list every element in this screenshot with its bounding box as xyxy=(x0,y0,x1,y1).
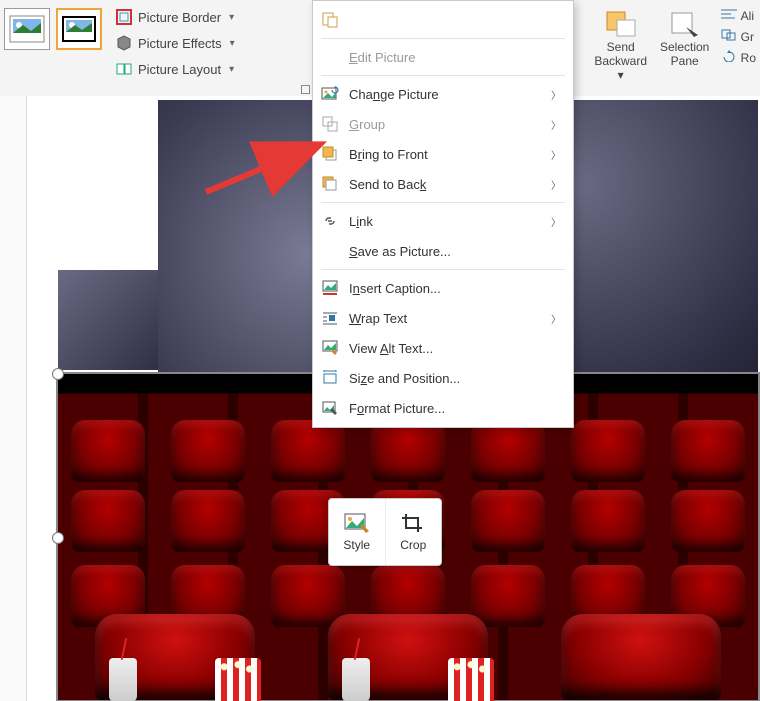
menu-bring-to-front-label: Bring to Front xyxy=(349,147,541,162)
chevron-right-icon: 〉 xyxy=(551,87,561,102)
mini-style-button[interactable]: Style xyxy=(329,499,385,565)
rotate-icon xyxy=(721,50,737,65)
selection-pane-label: Selection Pane xyxy=(660,40,709,68)
menu-link[interactable]: Link 〉 xyxy=(313,206,573,236)
picture-effects-button[interactable]: Picture Effects ▾ xyxy=(116,32,235,54)
picture-layout-button[interactable]: Picture Layout ▾ xyxy=(116,58,235,80)
menu-group: Group 〉 xyxy=(313,109,573,139)
change-picture-icon xyxy=(321,85,339,103)
group-button[interactable]: Gr xyxy=(721,29,756,44)
picture-style-thumb-2[interactable] xyxy=(56,8,102,50)
chevron-right-icon: 〉 xyxy=(551,117,561,132)
mini-crop-button[interactable]: Crop xyxy=(385,499,442,565)
paste-icon xyxy=(321,11,339,29)
send-backward-label: Send Backward xyxy=(594,40,647,68)
menu-separator xyxy=(321,269,565,270)
picture-context-menu: Edit Picture Change Picture 〉 Group 〉 Br… xyxy=(312,0,574,428)
send-backward-icon xyxy=(603,8,639,40)
menu-view-alt-text-label: View Alt Text... xyxy=(349,341,561,356)
picture-border-label: Picture Border xyxy=(138,10,221,25)
chevron-down-icon: ▾ xyxy=(230,38,235,49)
menu-format-picture[interactable]: Format Picture... xyxy=(313,393,573,423)
align-icon xyxy=(721,8,737,23)
picture-layout-label: Picture Layout xyxy=(138,62,221,77)
link-icon xyxy=(321,212,339,230)
menu-insert-caption-label: Insert Caption... xyxy=(349,281,561,296)
menu-insert-caption[interactable]: Insert Caption... xyxy=(313,273,573,303)
menu-size-and-position[interactable]: Size and Position... xyxy=(313,363,573,393)
menu-edit-picture-label: Edit Picture xyxy=(349,50,561,65)
selection-pane-icon xyxy=(667,8,703,40)
ribbon-picture-options: Picture Border ▾ Picture Effects ▾ Pictu… xyxy=(106,0,243,80)
picture-layout-icon xyxy=(116,61,132,77)
send-backward-button[interactable]: Send Backward ▾ xyxy=(589,0,653,82)
menu-change-picture[interactable]: Change Picture 〉 xyxy=(313,79,573,109)
vertical-ruler[interactable] xyxy=(0,96,27,701)
menu-save-as-picture-label: Save as Picture... xyxy=(349,244,561,259)
selection-pane-button[interactable]: Selection Pane xyxy=(653,0,717,68)
chevron-down-icon: ▾ xyxy=(229,64,234,75)
rotate-button[interactable]: Ro xyxy=(721,50,756,65)
image-small-thumbnail[interactable] xyxy=(58,270,158,370)
menu-separator xyxy=(321,38,565,39)
picture-style-thumb-1[interactable] xyxy=(4,8,50,50)
menu-format-picture-label: Format Picture... xyxy=(349,401,561,416)
chevron-right-icon: 〉 xyxy=(551,311,561,326)
align-button[interactable]: Ali xyxy=(721,8,756,23)
chevron-right-icon: 〉 xyxy=(551,214,561,229)
checkbox-icon: ☐ xyxy=(300,83,311,97)
menu-send-to-back[interactable]: Send to Back 〉 xyxy=(313,169,573,199)
align-label: Ali xyxy=(741,9,754,23)
picture-effects-label: Picture Effects xyxy=(138,36,222,51)
menu-wrap-text-label: Wrap Text xyxy=(349,311,541,326)
format-picture-icon xyxy=(321,399,339,417)
chevron-right-icon: 〉 xyxy=(551,177,561,192)
send-to-back-icon xyxy=(321,175,339,193)
picture-border-button[interactable]: Picture Border ▾ xyxy=(116,6,235,28)
alt-text-icon xyxy=(321,339,339,357)
rotate-label: Ro xyxy=(741,51,756,65)
menu-view-alt-text[interactable]: View Alt Text... xyxy=(313,333,573,363)
menu-separator xyxy=(321,75,565,76)
menu-save-as-picture[interactable]: Save as Picture... xyxy=(313,236,573,266)
menu-paste-options-row xyxy=(313,5,573,35)
crop-icon xyxy=(400,512,426,534)
style-icon xyxy=(344,512,370,534)
blank-icon xyxy=(321,48,339,66)
mini-style-label: Style xyxy=(343,538,370,552)
picture-mini-toolbar: Style Crop xyxy=(328,498,442,566)
selection-handle[interactable] xyxy=(52,368,64,380)
ribbon-arrange-group: Send Backward ▾ Selection Pane Ali Gr Ro xyxy=(589,0,760,96)
menu-link-label: Link xyxy=(349,214,541,229)
picture-effects-icon xyxy=(116,35,132,51)
menu-send-to-back-label: Send to Back xyxy=(349,177,541,192)
menu-change-picture-label: Change Picture xyxy=(349,87,541,102)
menu-bring-to-front[interactable]: Bring to Front 〉 xyxy=(313,139,573,169)
blank-icon xyxy=(321,242,339,260)
size-position-icon xyxy=(321,369,339,387)
mini-crop-label: Crop xyxy=(400,538,426,552)
group-icon xyxy=(721,29,737,44)
wrap-text-icon xyxy=(321,309,339,327)
menu-separator xyxy=(321,202,565,203)
menu-wrap-text[interactable]: Wrap Text 〉 xyxy=(313,303,573,333)
chevron-down-icon: ▾ xyxy=(229,12,234,23)
picture-styles-gallery[interactable] xyxy=(0,0,106,50)
picture-border-icon xyxy=(116,9,132,25)
group-icon xyxy=(321,115,339,133)
menu-group-label: Group xyxy=(349,117,541,132)
menu-edit-picture: Edit Picture xyxy=(313,42,573,72)
menu-size-and-position-label: Size and Position... xyxy=(349,371,561,386)
bring-to-front-icon xyxy=(321,145,339,163)
insert-caption-icon xyxy=(321,279,339,297)
chevron-down-icon: ▾ xyxy=(618,68,624,82)
chevron-right-icon: 〉 xyxy=(551,147,561,162)
group-label: Gr xyxy=(741,30,754,44)
